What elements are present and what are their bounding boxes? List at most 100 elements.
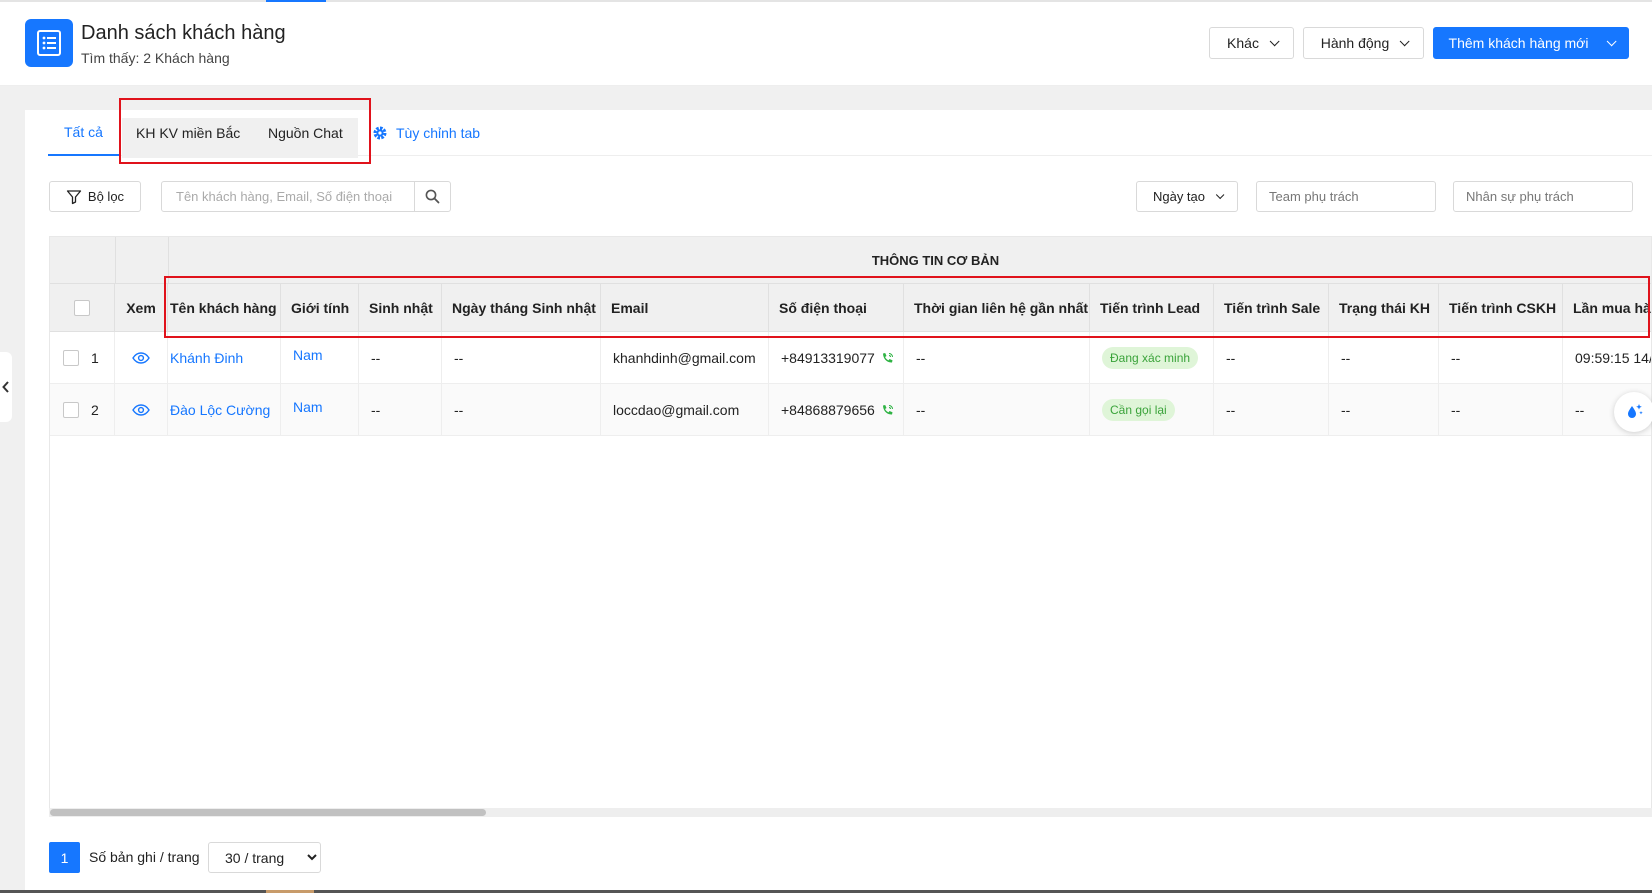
filter-button[interactable]: Bộ lọc xyxy=(49,181,141,212)
assistant-floating-button[interactable] xyxy=(1614,392,1652,432)
phone-number: +84913319077 xyxy=(781,350,875,366)
email-cell: khanhdinh@gmail.com xyxy=(601,332,769,384)
status-cell: -- xyxy=(1329,384,1439,436)
chevron-down-icon xyxy=(1399,35,1410,46)
customize-tab-label: Tùy chỉnh tab xyxy=(396,125,481,141)
gender-cell: Nam xyxy=(281,384,359,436)
action-dropdown-button[interactable]: Hành động xyxy=(1303,27,1424,59)
tab-all[interactable]: Tất cả xyxy=(48,110,119,156)
lead-cell: Đang xác minh xyxy=(1090,332,1214,384)
eye-icon[interactable] xyxy=(132,352,150,364)
header-separator xyxy=(168,237,169,284)
chevron-down-icon xyxy=(1269,35,1280,46)
created-date-dropdown[interactable]: Ngày tạo xyxy=(1136,181,1238,212)
last-contact-cell: -- xyxy=(904,332,1090,384)
filter-icon xyxy=(66,189,82,204)
row-checkbox[interactable] xyxy=(63,350,79,366)
column-header-sale[interactable]: Tiến trình Sale xyxy=(1214,284,1329,332)
horizontal-scrollbar[interactable] xyxy=(49,808,1652,817)
column-header-status[interactable]: Trạng thái KH xyxy=(1329,284,1439,332)
per-page-label: Số bản ghi / trang xyxy=(89,849,200,865)
search-icon xyxy=(425,189,440,204)
row-index: 1 xyxy=(91,350,99,366)
phone-cell: +84913319077 xyxy=(769,332,904,384)
eye-icon[interactable] xyxy=(132,404,150,416)
tab-bar: Tất cả KH KV miền Bắc Nguồn Chat Tùy chỉ… xyxy=(48,110,1652,158)
team-input[interactable] xyxy=(1256,181,1436,212)
column-header-gender[interactable]: Giới tính xyxy=(281,284,359,332)
table-row: 2 Đào Lộc Cường Nam -- -- loccdao@gmail.… xyxy=(50,384,1651,436)
column-header-phone[interactable]: Số điện thoại xyxy=(769,284,904,332)
last-purchase-cell: 09:59:15 14/ xyxy=(1575,350,1652,366)
scrollbar-thumb[interactable] xyxy=(50,809,486,816)
tab-chat-label: Nguồn Chat xyxy=(268,125,343,141)
chevron-down-icon xyxy=(1215,190,1225,199)
column-header-lead[interactable]: Tiến trình Lead xyxy=(1090,284,1214,332)
phone-icon[interactable] xyxy=(881,404,894,417)
tab-north-label: KH KV miền Bắc xyxy=(136,125,241,141)
cskh-cell: -- xyxy=(1439,332,1563,384)
column-header-birth-date[interactable]: Ngày tháng Sinh nhật xyxy=(442,284,601,332)
search-button[interactable] xyxy=(414,182,450,211)
lead-cell: Cần gọi lại xyxy=(1090,384,1214,436)
group-title: THÔNG TIN CƠ BẢN xyxy=(871,253,1000,268)
sale-cell: -- xyxy=(1214,332,1329,384)
table-row: 1 Khánh Đinh Nam -- -- khanhdinh@gmail.c… xyxy=(50,332,1652,384)
customer-table: THÔNG TIN CƠ BẢN Xem Tên khách hàng Giới… xyxy=(49,236,1652,816)
table-group-header: THÔNG TIN CƠ BẢN xyxy=(50,237,1651,284)
search-input[interactable] xyxy=(162,182,414,211)
other-button-label: Khác xyxy=(1227,35,1259,51)
view-cell xyxy=(115,332,168,384)
sidebar-toggle[interactable] xyxy=(0,352,12,422)
column-header-email[interactable]: Email xyxy=(601,284,769,332)
row-index: 2 xyxy=(91,402,99,418)
status-cell: -- xyxy=(1329,332,1439,384)
column-header-cskh[interactable]: Tiến trình CSKH xyxy=(1439,284,1563,332)
add-customer-button[interactable]: Thêm khách hàng mới xyxy=(1433,27,1629,59)
other-dropdown-button[interactable]: Khác xyxy=(1209,27,1294,59)
row-select-cell: 1 xyxy=(50,332,115,384)
email-cell: loccdao@gmail.com xyxy=(601,384,769,436)
select-all-cell xyxy=(50,284,115,332)
phone-cell: +84868879656 xyxy=(769,384,904,436)
per-page-select[interactable]: 30 / trang xyxy=(208,842,321,873)
tab-chat-source[interactable]: Nguồn Chat xyxy=(268,110,343,156)
tab-north-region[interactable]: KH KV miền Bắc xyxy=(136,110,240,156)
lead-status-badge: Cần gọi lại xyxy=(1102,399,1175,421)
phone-number: +84868879656 xyxy=(781,402,875,418)
created-date-label: Ngày tạo xyxy=(1152,189,1206,204)
select-all-checkbox[interactable] xyxy=(74,300,90,316)
action-button-label: Hành động xyxy=(1320,35,1390,51)
column-header-last-contact[interactable]: Thời gian liên hệ gần nhất xyxy=(904,284,1090,332)
gear-icon xyxy=(373,126,387,140)
column-header-last-purchase[interactable]: Lần mua hà xyxy=(1563,284,1651,332)
staff-input[interactable] xyxy=(1453,181,1633,212)
chevron-down-icon xyxy=(1607,35,1618,46)
add-customer-label: Thêm khách hàng mới xyxy=(1448,35,1589,51)
customer-name-link[interactable]: Đào Lộc Cường xyxy=(168,384,281,436)
customize-tab-button[interactable]: Tùy chỉnh tab xyxy=(372,110,480,156)
column-header-view: Xem xyxy=(115,284,168,332)
column-header-name[interactable]: Tên khách hàng xyxy=(168,284,281,332)
phone-icon[interactable] xyxy=(881,352,894,365)
page-button-current[interactable]: 1 xyxy=(49,842,80,873)
birthday-cell: -- xyxy=(359,384,442,436)
list-icon xyxy=(25,19,73,67)
customer-name-link[interactable]: Khánh Đinh xyxy=(168,332,281,384)
filter-label: Bộ lọc xyxy=(87,189,125,204)
header-separator xyxy=(115,237,116,284)
result-count: Tìm thấy: 2 Khách hàng xyxy=(81,50,230,66)
birth-date-cell: -- xyxy=(442,332,601,384)
lead-status-badge: Đang xác minh xyxy=(1102,347,1199,369)
last-contact-cell: -- xyxy=(904,384,1090,436)
birth-date-cell: -- xyxy=(442,384,601,436)
chevron-left-icon xyxy=(2,381,9,393)
tab-all-label: Tất cả xyxy=(64,124,103,140)
gender-cell: Nam xyxy=(281,332,359,384)
assistant-icon xyxy=(1628,404,1643,418)
column-header-row: Xem Tên khách hàng Giới tính Sinh nhật N… xyxy=(50,284,1651,332)
page-title: Danh sách khách hàng xyxy=(81,22,286,44)
search-box xyxy=(161,181,451,212)
row-checkbox[interactable] xyxy=(63,402,79,418)
column-header-birthday[interactable]: Sinh nhật xyxy=(359,284,442,332)
